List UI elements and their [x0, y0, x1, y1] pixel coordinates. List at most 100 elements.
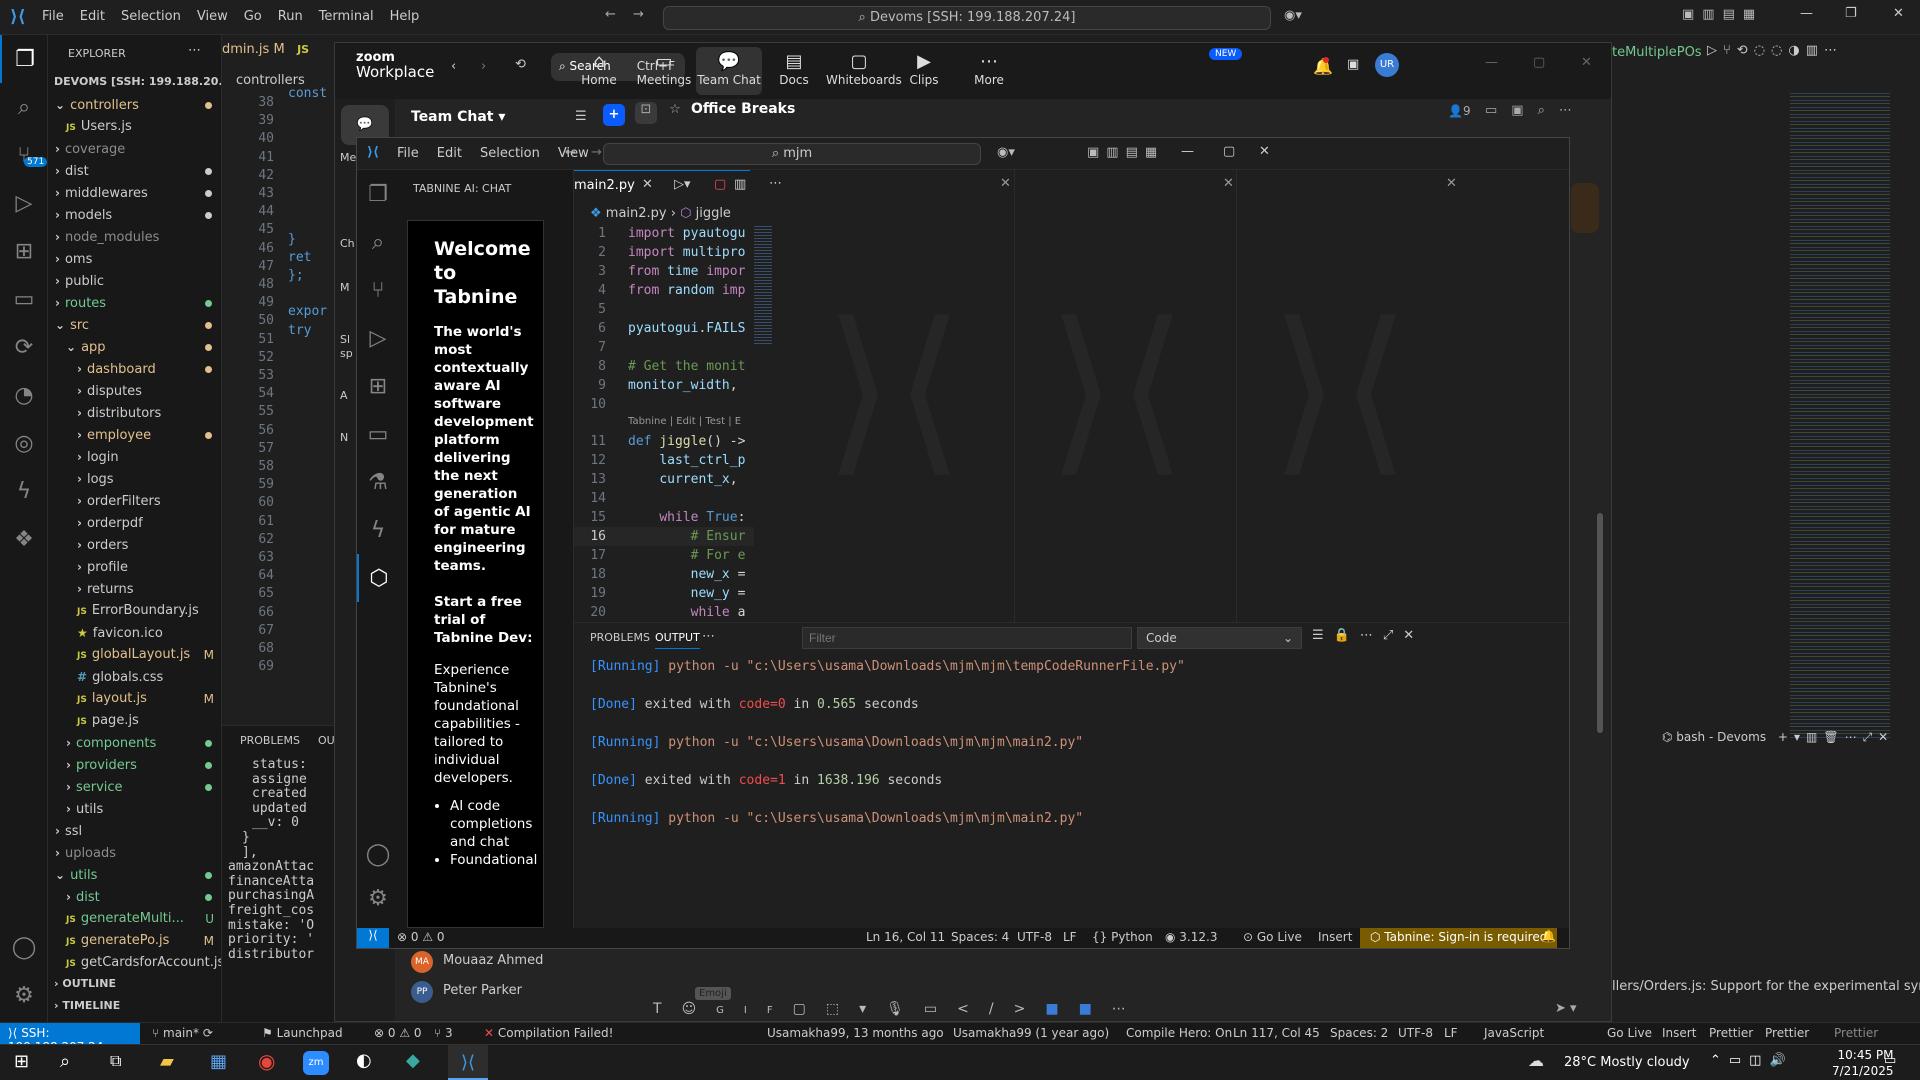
- minimize-icon[interactable]: —: [1800, 6, 1813, 21]
- front-menu-item[interactable]: Edit: [437, 146, 462, 161]
- zoom-back-icon[interactable]: ‹: [451, 59, 456, 74]
- tree-item[interactable]: › dashboard: [48, 358, 221, 380]
- tree-item[interactable]: ★ favicon.ico: [48, 622, 221, 644]
- vscode-taskbar-icon[interactable]: ⟩⟨: [448, 1045, 488, 1080]
- emoji-icon[interactable]: ☺: [682, 1001, 717, 1017]
- app2-taskbar-icon[interactable]: ◆: [406, 1050, 420, 1071]
- tree-item[interactable]: › public: [48, 270, 221, 292]
- tree-item[interactable]: JS generatePo.js M: [48, 930, 221, 952]
- tree-item[interactable]: › uploads: [48, 842, 221, 864]
- encoding[interactable]: UTF-8: [1398, 1026, 1433, 1040]
- front-run-icon[interactable]: ▷: [357, 314, 399, 362]
- settings-gear-icon[interactable]: ⚙: [0, 971, 48, 1019]
- tab-close-icon[interactable]: ✕: [642, 177, 653, 192]
- right-tab-label[interactable]: teMultiplePOs: [1612, 45, 1702, 60]
- problems-indicator[interactable]: ⊗ 0 ⚠ 0: [374, 1026, 422, 1040]
- tree-item[interactable]: ⌄ utils: [48, 864, 221, 886]
- menu-selection[interactable]: Selection: [121, 9, 181, 24]
- insert-mode[interactable]: Insert: [1662, 1026, 1696, 1040]
- breadcrumb-symbol[interactable]: jiggle: [696, 206, 731, 221]
- panel-tab-output[interactable]: OUTPUT: [655, 631, 700, 649]
- weather-label[interactable]: 28°C Mostly cloudy: [1564, 1055, 1690, 1070]
- front-eol[interactable]: LF: [1063, 930, 1077, 944]
- back-output-tab[interactable]: OU: [318, 734, 335, 747]
- code-icon[interactable]: </>: [957, 1001, 1045, 1017]
- close-icon[interactable]: ✕: [1893, 6, 1904, 21]
- tree-item[interactable]: › oms: [48, 248, 221, 270]
- group-close-icon-3[interactable]: ✕: [1446, 176, 1457, 191]
- front-menu-item[interactable]: File: [397, 146, 419, 161]
- compile-status[interactable]: ✕ Compilation Failed!: [484, 1026, 613, 1040]
- front-explorer-icon[interactable]: ❐: [357, 170, 399, 218]
- front-notifications-icon[interactable]: 🔔: [1541, 929, 1556, 943]
- taskbar-search-icon[interactable]: ⌕: [60, 1051, 70, 1072]
- tab-main2[interactable]: main2.py ✕ ▷▾ ▢ ▥: [574, 170, 750, 200]
- tree-item[interactable]: › orderpdf: [48, 512, 221, 534]
- tabnine-icon[interactable]: ⬡: [357, 554, 399, 602]
- tabnine-status[interactable]: ⬡ Tabnine: Sign-in is required: [1360, 928, 1558, 948]
- tree-item[interactable]: JS ErrorBoundary.js: [48, 600, 221, 622]
- back-tab[interactable]: dmin.js M JS: [222, 42, 309, 57]
- split-icon[interactable]: ▥: [734, 177, 746, 192]
- zoom-nav-clips[interactable]: ▶ Clips: [891, 51, 957, 87]
- remote-explorer-icon[interactable]: ▭: [0, 275, 48, 323]
- python-icon[interactable]: ❖: [0, 515, 48, 563]
- tree-item[interactable]: › returns: [48, 578, 221, 600]
- team-chat-title[interactable]: Team Chat: [411, 109, 493, 125]
- right-notice[interactable]: llers/Orders.js: Support for the experim…: [1612, 979, 1920, 994]
- video-icon[interactable]: ▭: [924, 1001, 957, 1017]
- tree-item[interactable]: › orders: [48, 534, 221, 556]
- tree-item[interactable]: › employee: [48, 424, 221, 446]
- screenshot-icon[interactable]: ⬚▾: [826, 1001, 886, 1017]
- front-layout-icons[interactable]: ▣▥▤▦: [1087, 145, 1164, 160]
- zoom-close-icon[interactable]: ✕: [1581, 55, 1592, 70]
- menu-go[interactable]: Go: [244, 9, 262, 24]
- menu-run[interactable]: Run: [278, 9, 303, 24]
- zoom-avatar[interactable]: UR: [1375, 53, 1399, 77]
- explorer-icon[interactable]: ❐: [0, 35, 48, 83]
- extensions-icon[interactable]: ⊞: [0, 227, 48, 275]
- tree-item[interactable]: › logs: [48, 468, 221, 490]
- menu-edit[interactable]: Edit: [80, 9, 105, 24]
- right-editor-actions[interactable]: ▷⑂⟲◌◌◑▥⋯: [1707, 43, 1843, 58]
- start-icon[interactable]: ⊞: [14, 1051, 29, 1072]
- output-filter-input[interactable]: [802, 627, 1132, 649]
- star-icon[interactable]: ☆: [669, 102, 681, 117]
- tree-item[interactable]: › service: [48, 776, 221, 798]
- tree-item[interactable]: › distributors: [48, 402, 221, 424]
- gitlens-icon[interactable]: ◎: [0, 419, 48, 467]
- remote-indicator[interactable]: ⟩⟨ SSH: 199.188.207.24: [0, 1023, 140, 1054]
- front-python-version[interactable]: ◉ 3.12.3: [1165, 930, 1217, 944]
- audio-icon[interactable]: 🎙: [886, 1001, 924, 1017]
- accounts-icon[interactable]: ◯: [0, 923, 48, 971]
- workspace-header[interactable]: DEVOMS [SSH: 199.188.20...: [54, 75, 221, 88]
- front-testing-icon[interactable]: ⚗: [357, 458, 399, 506]
- app-icon-1[interactable]: ■: [1045, 1001, 1078, 1017]
- front-accounts-icon[interactable]: ◯: [357, 830, 399, 878]
- tray-icons[interactable]: ⌃▭◫🔊: [1710, 1053, 1794, 1068]
- front-indentation[interactable]: Spaces: 4: [951, 930, 1009, 944]
- zoom-nav-more[interactable]: ⋯ More: [956, 51, 1022, 87]
- nav-back-icon[interactable]: ←: [605, 7, 616, 22]
- tree-item[interactable]: › dist: [48, 886, 221, 908]
- front-maximize-icon[interactable]: ▢: [1223, 144, 1235, 159]
- new-chat-button[interactable]: +: [603, 104, 625, 126]
- front-go-live[interactable]: ⊙ Go Live: [1243, 930, 1302, 944]
- menu-help[interactable]: Help: [390, 9, 420, 24]
- zoom-history-icon[interactable]: ⟲: [515, 57, 526, 72]
- ports-indicator[interactable]: ⑂ 3: [434, 1026, 453, 1040]
- back-problems-tab[interactable]: PROBLEMS: [240, 734, 300, 747]
- file-icon[interactable]: ▢: [793, 1001, 826, 1017]
- outline-section[interactable]: › OUTLINE: [54, 977, 116, 990]
- tree-item[interactable]: › providers: [48, 754, 221, 776]
- front-source-control-icon[interactable]: ⑂: [357, 266, 399, 314]
- gif-icon[interactable]: GIF: [716, 1005, 792, 1016]
- source-control-icon[interactable]: ⑂ 571: [0, 131, 48, 179]
- channel-actions[interactable]: ▭▣⌕⋯: [1485, 103, 1586, 118]
- zoom-maximize-icon[interactable]: ▢: [1533, 55, 1545, 70]
- scrollbar[interactable]: [1597, 513, 1603, 733]
- front-extensions-icon[interactable]: ⊞: [357, 362, 399, 410]
- front-language[interactable]: {} Python: [1092, 930, 1153, 944]
- front-remote-icon[interactable]: ▭: [357, 410, 399, 458]
- front-back-icon[interactable]: ←: [565, 145, 576, 160]
